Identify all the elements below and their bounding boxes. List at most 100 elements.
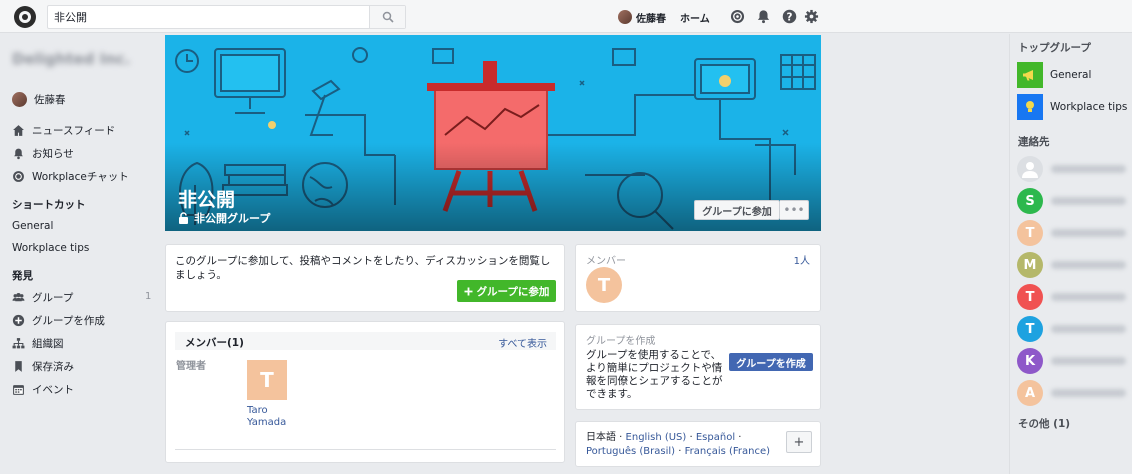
top-group-workplace-tips[interactable]: Workplace tips xyxy=(1017,94,1127,120)
contact-avatar[interactable]: T xyxy=(1017,284,1043,310)
help-icon[interactable]: ? xyxy=(782,9,797,24)
sidebar-profile[interactable]: 佐藤春 xyxy=(12,91,66,107)
join-group-button[interactable]: グループに参加 xyxy=(694,200,780,220)
groups-count: 1 xyxy=(145,291,152,302)
create-group-button[interactable]: グループを作成 xyxy=(729,353,813,371)
member-avatar[interactable]: T xyxy=(586,267,622,303)
sidebar-item-notifications[interactable]: お知らせ xyxy=(12,145,74,161)
see-all-link[interactable]: すべて表示 xyxy=(498,335,547,350)
left-sidebar: Delighted Inc. 佐藤春 ニュースフィード お知らせ Workpla… xyxy=(0,34,160,474)
contact-name[interactable] xyxy=(1051,165,1126,173)
language-option[interactable]: Français (France) xyxy=(685,446,770,457)
contact-avatar[interactable]: S xyxy=(1017,188,1043,214)
bell-icon[interactable] xyxy=(756,9,771,24)
profile-link[interactable]: 佐藤春 xyxy=(618,9,666,25)
language-card: 日本語 · English (US) · Español · Português… xyxy=(575,421,821,467)
other-contacts-link[interactable]: その他 (1) xyxy=(1018,416,1070,431)
sidebar-item-label: お知らせ xyxy=(32,147,74,160)
language-option[interactable]: Español xyxy=(696,432,735,443)
contact-name[interactable] xyxy=(1051,261,1126,269)
sidebar-item-label: グループ xyxy=(32,291,74,304)
sidebar-item-label: Workplaceチャット xyxy=(32,170,129,183)
language-option[interactable]: Português (Brasil) xyxy=(586,446,675,457)
shortcut-general[interactable]: General xyxy=(12,218,53,234)
search-icon xyxy=(382,11,394,23)
workplace-chat-icon[interactable] xyxy=(730,9,745,24)
sidebar-item-label: 保存済み xyxy=(32,360,74,373)
plus-circle-icon xyxy=(12,314,25,326)
sidebar-item-saved[interactable]: 保存済み xyxy=(12,358,74,374)
group-privacy: 非公開グループ xyxy=(178,210,270,226)
contact-avatar[interactable]: T xyxy=(1017,316,1043,342)
sidebar-item-org-chart[interactable]: 組織図 xyxy=(12,335,64,351)
members-card: メンバー(1) すべて表示 管理者 T Taro Yamada xyxy=(165,321,565,463)
home-icon xyxy=(13,124,24,136)
join-message: このグループに参加して、投稿やコメントをしたり、ディスカッションを閲覧しましょう… xyxy=(175,255,551,281)
sidebar-item-workplace-chat[interactable]: Workplaceチャット xyxy=(12,168,129,184)
top-group-name: Workplace tips xyxy=(1050,101,1128,113)
admin-last-name: Yamada xyxy=(247,417,287,428)
admin-name-link[interactable]: Taro Yamada xyxy=(247,405,286,429)
megaphone-icon xyxy=(1017,62,1043,88)
contact-name[interactable] xyxy=(1051,357,1126,365)
contact-avatar[interactable]: M xyxy=(1017,252,1043,278)
group-title: 非公開 xyxy=(178,189,236,211)
org-chart-icon xyxy=(12,337,25,348)
profile-name: 佐藤春 xyxy=(636,13,666,25)
avatar xyxy=(12,91,27,107)
groups-icon xyxy=(12,292,25,301)
more-options-button[interactable]: ••• xyxy=(780,200,809,220)
contact-name[interactable] xyxy=(1051,293,1126,301)
contact-name[interactable] xyxy=(1051,197,1126,205)
contact-name[interactable] xyxy=(1051,229,1126,237)
members-title: メンバー(1) xyxy=(185,337,244,349)
sidebar-profile-name: 佐藤春 xyxy=(34,93,66,106)
contact-avatar[interactable]: K xyxy=(1017,348,1043,374)
join-group-green-button[interactable]: グループに参加 xyxy=(457,280,556,302)
members-count-link[interactable]: 1人 xyxy=(794,252,810,267)
shortcuts-header: ショートカット xyxy=(12,199,86,211)
join-button-label: グループに参加 xyxy=(476,285,550,298)
sidebar-item-groups[interactable]: グループ xyxy=(12,289,73,305)
workplace-logo-icon[interactable] xyxy=(14,6,36,28)
sidebar-item-label: グループを作成 xyxy=(32,314,105,327)
gear-icon[interactable] xyxy=(804,9,819,24)
contact-avatar[interactable]: T xyxy=(1017,220,1043,246)
default-user-icon xyxy=(1022,162,1038,178)
contact-avatar[interactable]: A xyxy=(1017,380,1043,406)
add-language-button[interactable]: + xyxy=(786,431,812,453)
create-group-title: グループを作成 xyxy=(586,336,656,347)
divider xyxy=(175,449,556,450)
contact-name[interactable] xyxy=(1051,325,1126,333)
join-card: このグループに参加して、投稿やコメントをしたり、ディスカッションを閲覧しましょう… xyxy=(165,244,565,312)
search-input[interactable] xyxy=(48,6,368,28)
admin-avatar[interactable]: T xyxy=(247,360,287,400)
language-option[interactable]: English (US) xyxy=(626,432,687,443)
calendar-icon xyxy=(13,384,24,395)
home-link[interactable]: ホーム xyxy=(680,10,710,25)
contact-name[interactable] xyxy=(1051,389,1126,397)
shortcut-workplace-tips[interactable]: Workplace tips xyxy=(12,240,89,256)
create-group-description: グループを使用することで、より簡単にプロジェクトや情報を同僚とシェアすることがで… xyxy=(586,349,723,400)
sidebar-item-newsfeed[interactable]: ニュースフィード xyxy=(12,122,115,138)
privacy-label: 非公開グループ xyxy=(194,212,271,225)
members-summary-card: メンバー 1人 T xyxy=(575,244,821,312)
search-button[interactable] xyxy=(369,6,405,28)
top-groups-header: トップグループ xyxy=(1018,42,1091,54)
members-summary-label: メンバー xyxy=(586,256,626,267)
language-current: 日本語 xyxy=(586,432,616,443)
bell-icon xyxy=(14,148,23,159)
sidebar-item-events[interactable]: イベント xyxy=(12,381,74,397)
search-box xyxy=(47,5,406,29)
sidebar-item-label: イベント xyxy=(32,383,74,396)
sidebar-item-create-group[interactable]: グループを作成 xyxy=(12,312,105,328)
lightbulb-icon xyxy=(1017,94,1043,120)
top-group-general[interactable]: General xyxy=(1017,62,1091,88)
top-bar: 佐藤春 ホーム ? xyxy=(0,0,1132,33)
contact-avatar[interactable] xyxy=(1017,156,1043,182)
members-header: メンバー(1) すべて表示 xyxy=(175,332,556,350)
discover-header: 発見 xyxy=(12,270,33,282)
sidebar-item-label: ニュースフィード xyxy=(32,124,116,137)
admin-first-name: Taro xyxy=(247,405,268,416)
create-group-card: グループを作成 グループを使用することで、より簡単にプロジェクトや情報を同僚とシ… xyxy=(575,324,821,410)
